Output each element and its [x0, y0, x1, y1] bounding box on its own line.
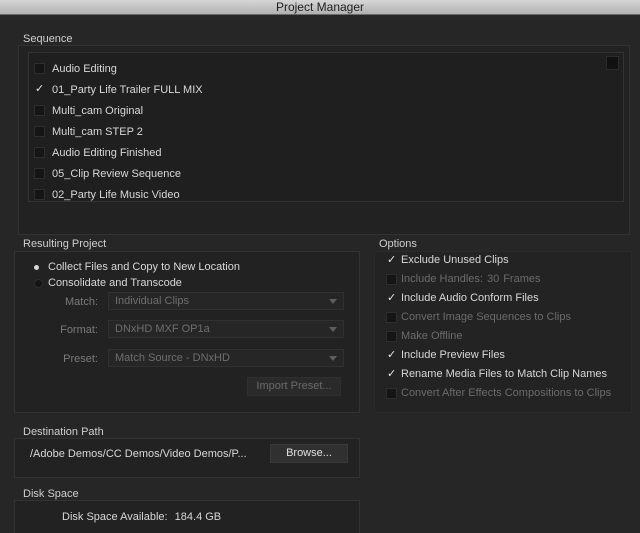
sequence-checkbox[interactable]	[34, 147, 45, 158]
import-preset-button[interactable]: Import Preset...	[247, 377, 341, 396]
include-preview-option[interactable]: ✓ Include Preview Files	[386, 347, 505, 363]
checkbox[interactable]: ✓	[386, 292, 397, 304]
preset-dropdown[interactable]: Match Source - DNxHD	[108, 349, 344, 367]
sequence-checkbox[interactable]	[34, 63, 45, 74]
checkbox[interactable]: ✓	[386, 349, 397, 361]
sequence-item-label: Multi_cam Original	[52, 104, 144, 117]
sequence-checkbox[interactable]	[34, 189, 45, 200]
include-handles-label: Include Handles:	[401, 273, 483, 285]
sequence-item[interactable]: Audio Editing Finished	[29, 142, 589, 163]
include-audio-conform-label: Include Audio Conform Files	[401, 292, 539, 304]
radio-selected-icon	[34, 264, 39, 270]
checkbox[interactable]	[386, 311, 397, 323]
disk-space-label: Disk Space	[23, 488, 79, 500]
sequence-checkbox[interactable]	[34, 105, 45, 116]
rename-media-option[interactable]: ✓ Rename Media Files to Match Clip Names	[386, 366, 607, 382]
sequence-section-label: Sequence	[23, 33, 73, 45]
disk-space-available-value: 184.4 GB	[174, 511, 222, 523]
exclude-unused-option[interactable]: ✓ Exclude Unused Clips	[386, 252, 509, 268]
include-handles-unit: Frames	[503, 273, 541, 285]
make-offline-label: Make Offline	[401, 330, 463, 342]
sequence-item-label: Audio Editing	[52, 62, 117, 75]
sequence-item-label: 02_Party Life Music Video	[52, 188, 180, 201]
sequence-list[interactable]: Audio Editing ✓ 01_Party Life Trailer FU…	[28, 52, 624, 202]
sequence-item[interactable]: 02_Party Life Music Video	[29, 184, 589, 205]
browse-button[interactable]: Browse...	[270, 444, 348, 463]
make-offline-option[interactable]: Make Offline	[386, 328, 463, 344]
preset-label: Preset:	[63, 353, 98, 365]
checkbox[interactable]	[386, 273, 397, 285]
sequence-item[interactable]: Multi_cam STEP 2	[29, 121, 589, 142]
sequence-item[interactable]: ✓ 01_Party Life Trailer FULL MIX	[29, 79, 589, 100]
match-value: Individual Clips	[115, 295, 189, 307]
sequence-scrollbar[interactable]	[606, 56, 619, 70]
format-value: DNxHD MXF OP1a	[115, 323, 210, 335]
preset-value: Match Source - DNxHD	[115, 352, 230, 364]
match-label: Match:	[64, 296, 98, 308]
window-title: Project Manager	[275, 0, 365, 14]
sequence-item[interactable]: Multi_cam Original	[29, 100, 589, 121]
destination-path-label: Destination Path	[23, 426, 104, 438]
collect-files-label: Collect Files and Copy to New Location	[48, 261, 240, 273]
resulting-project-label: Resulting Project	[23, 238, 107, 250]
sequence-item-label: 01_Party Life Trailer FULL MIX	[52, 83, 203, 96]
include-handles-value[interactable]: 30	[487, 273, 499, 285]
convert-image-sequences-option[interactable]: Convert Image Sequences to Clips	[386, 309, 571, 325]
sequence-item-label: Audio Editing Finished	[52, 146, 162, 159]
format-dropdown[interactable]: DNxHD MXF OP1a	[108, 320, 344, 338]
disk-space-available-label: Disk Space Available:	[62, 511, 168, 523]
sequence-item-label: 05_Clip Review Sequence	[52, 167, 182, 180]
checkbox[interactable]	[386, 330, 397, 342]
window-title-bar: Project Manager	[0, 0, 640, 15]
collect-files-radio[interactable]: Collect Files and Copy to New Location	[34, 261, 240, 273]
sequence-checkbox[interactable]: ✓	[34, 84, 45, 95]
checkbox[interactable]: ✓	[386, 254, 397, 266]
format-label: Format:	[60, 324, 98, 336]
checkbox[interactable]	[386, 387, 397, 399]
project-manager-dialog: Sequence Audio Editing ✓ 01_Party Life T…	[0, 15, 640, 533]
options-label: Options	[379, 238, 417, 250]
chevron-down-icon	[329, 356, 337, 361]
sequence-checkbox[interactable]	[34, 126, 45, 137]
checkbox[interactable]: ✓	[386, 368, 397, 380]
destination-path-value: /Adobe Demos/CC Demos/Video Demos/P...	[30, 448, 247, 460]
include-handles-option[interactable]: Include Handles: 30 Frames	[386, 271, 540, 287]
sequence-item[interactable]: Audio Editing	[29, 58, 589, 79]
rename-media-label: Rename Media Files to Match Clip Names	[401, 368, 608, 380]
sequence-item-label: Multi_cam STEP 2	[52, 125, 143, 138]
convert-ae-option[interactable]: Convert After Effects Compositions to Cl…	[386, 385, 611, 401]
disk-space-available: Disk Space Available: 184.4 GB	[62, 511, 221, 523]
convert-ae-label: Convert After Effects Compositions to Cl…	[401, 387, 612, 399]
exclude-unused-label: Exclude Unused Clips	[401, 254, 509, 266]
sequence-checkbox[interactable]	[34, 168, 45, 179]
include-audio-conform-option[interactable]: ✓ Include Audio Conform Files	[386, 290, 539, 306]
chevron-down-icon	[329, 299, 337, 304]
chevron-down-icon	[329, 327, 337, 332]
radio-unselected-icon	[34, 278, 43, 288]
convert-image-sequences-label: Convert Image Sequences to Clips	[401, 311, 571, 323]
sequence-item[interactable]: 05_Clip Review Sequence	[29, 163, 589, 184]
include-preview-label: Include Preview Files	[401, 349, 505, 361]
match-dropdown[interactable]: Individual Clips	[108, 292, 344, 310]
consolidate-transcode-radio[interactable]: Consolidate and Transcode	[34, 277, 182, 289]
consolidate-transcode-label: Consolidate and Transcode	[48, 277, 182, 289]
